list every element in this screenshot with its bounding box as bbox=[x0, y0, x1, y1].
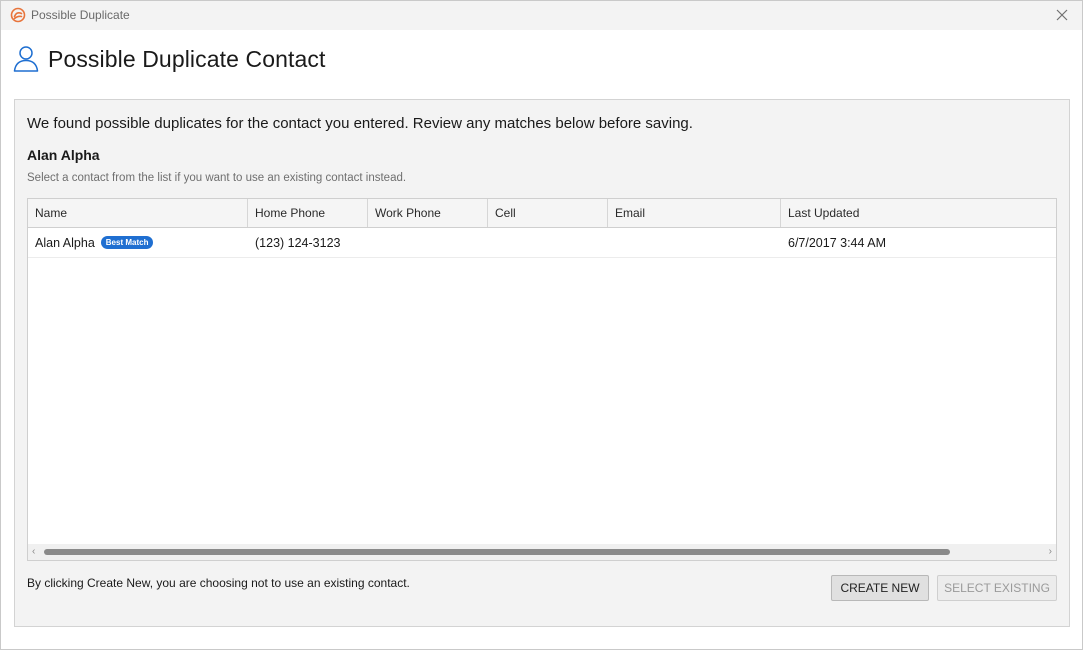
close-icon bbox=[1056, 9, 1068, 21]
content-panel: We found possible duplicates for the con… bbox=[14, 99, 1070, 627]
horizontal-scrollbar[interactable]: ‹ › bbox=[28, 544, 1056, 560]
column-header-work-phone[interactable]: Work Phone bbox=[368, 199, 488, 227]
close-button[interactable] bbox=[1050, 4, 1074, 26]
cell-work-phone bbox=[368, 228, 488, 258]
cell-cell-phone bbox=[488, 228, 608, 258]
title-bar: Possible Duplicate bbox=[1, 1, 1082, 30]
grid-header: Name Home Phone Work Phone Cell Email La… bbox=[28, 199, 1056, 228]
column-header-email[interactable]: Email bbox=[608, 199, 781, 227]
cell-email bbox=[608, 228, 781, 258]
column-header-last-updated[interactable]: Last Updated bbox=[781, 199, 1056, 227]
duplicates-grid: Name Home Phone Work Phone Cell Email La… bbox=[27, 198, 1057, 561]
user-contact-icon bbox=[13, 45, 39, 73]
cell-home-phone: (123) 124-3123 bbox=[255, 236, 341, 250]
scroll-left-icon[interactable]: ‹ bbox=[32, 546, 42, 558]
app-logo-icon bbox=[10, 7, 26, 23]
window-title: Possible Duplicate bbox=[31, 8, 130, 22]
cell-name: Alan Alpha Best Match bbox=[28, 228, 248, 258]
scroll-right-icon[interactable]: › bbox=[1042, 546, 1052, 558]
entered-contact-name: Alan Alpha bbox=[27, 147, 100, 163]
scrollbar-thumb[interactable] bbox=[44, 549, 950, 555]
row-contact-name: Alan Alpha bbox=[35, 236, 95, 250]
table-row[interactable]: Alan Alpha Best Match (123) 124-3123 6/7/… bbox=[28, 228, 1056, 258]
dialog-window: Possible Duplicate Possible Duplicate Co… bbox=[0, 0, 1083, 650]
cell-last-updated: 6/7/2017 3:44 AM bbox=[788, 236, 886, 250]
column-header-cell[interactable]: Cell bbox=[488, 199, 608, 227]
create-new-note: By clicking Create New, you are choosing… bbox=[27, 576, 410, 590]
hint-text: Select a contact from the list if you wa… bbox=[27, 172, 407, 184]
column-header-name[interactable]: Name bbox=[28, 199, 248, 227]
select-existing-button[interactable]: SELECT EXISTING bbox=[937, 575, 1057, 601]
page-title: Possible Duplicate Contact bbox=[48, 46, 326, 72]
intro-text: We found possible duplicates for the con… bbox=[27, 115, 693, 132]
best-match-badge: Best Match bbox=[100, 236, 154, 249]
column-header-home-phone[interactable]: Home Phone bbox=[248, 199, 368, 227]
create-new-button[interactable]: CREATE NEW bbox=[831, 575, 929, 601]
